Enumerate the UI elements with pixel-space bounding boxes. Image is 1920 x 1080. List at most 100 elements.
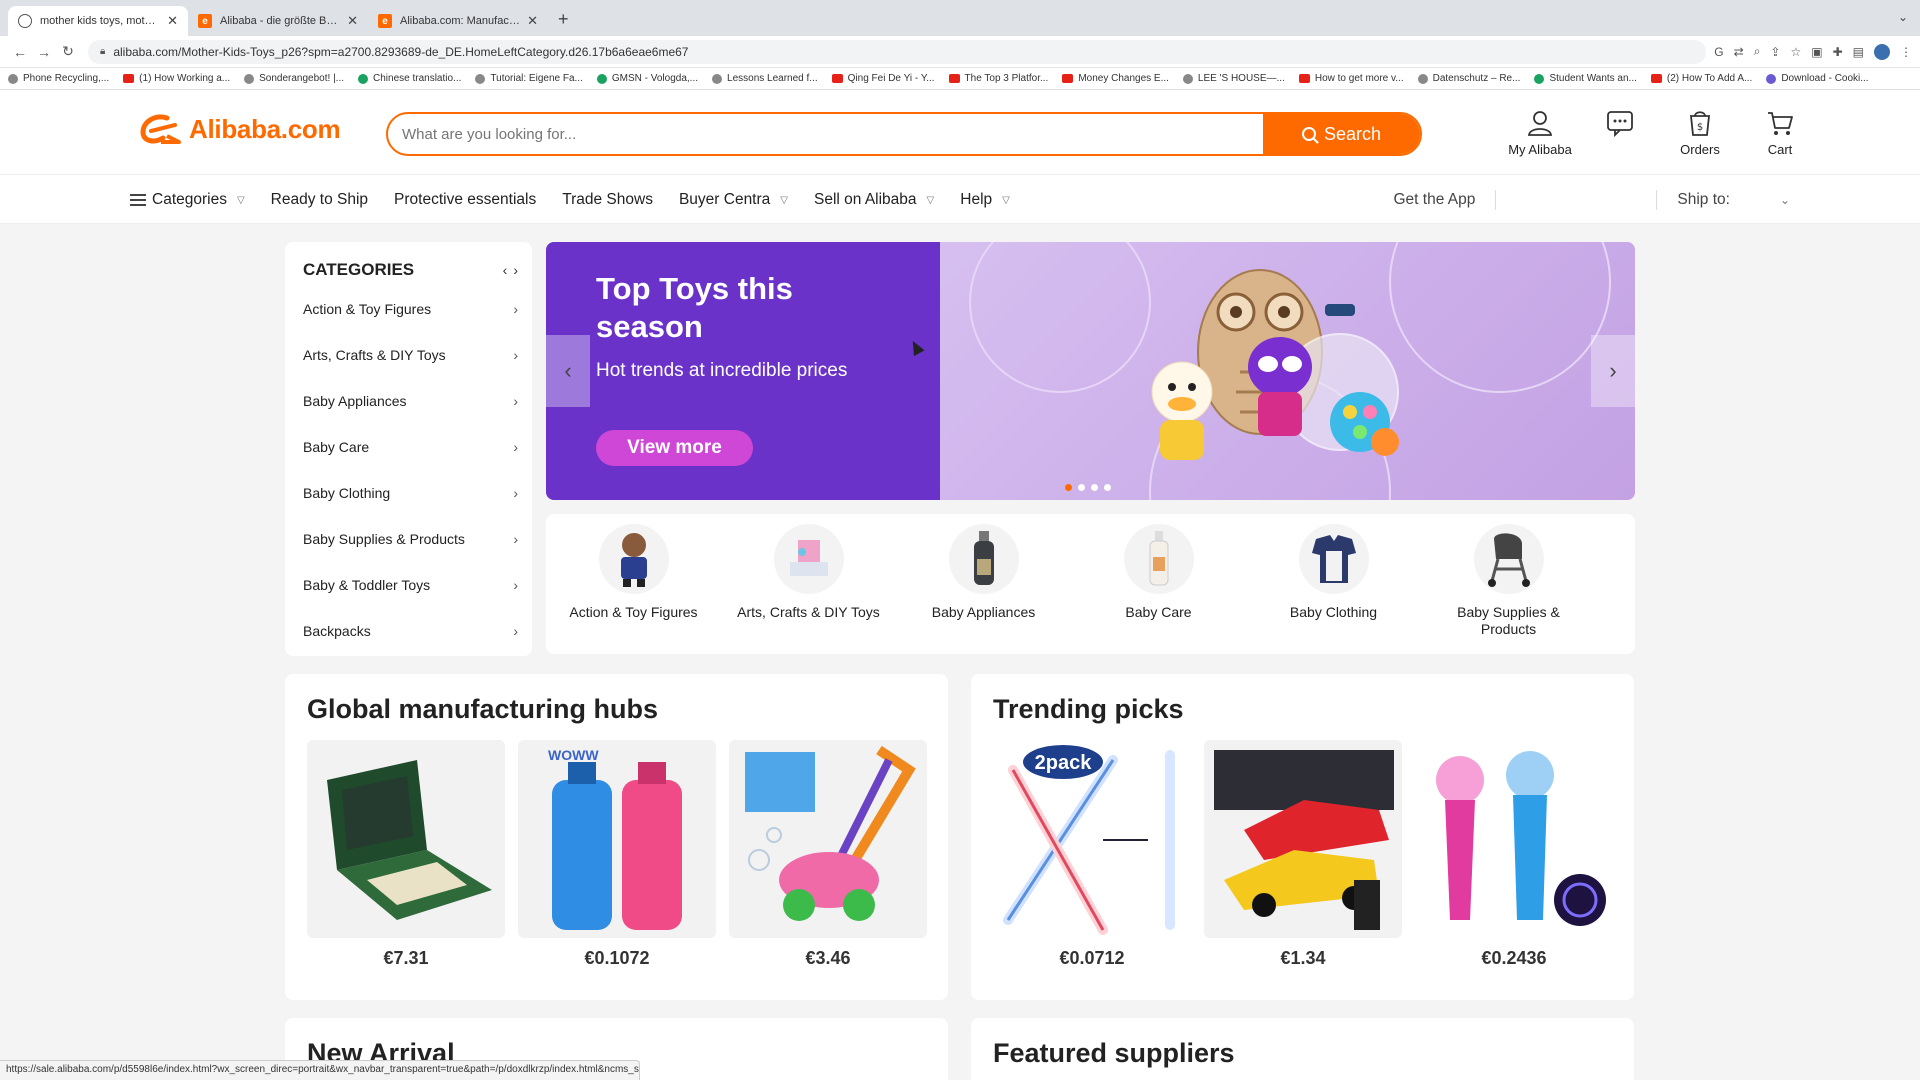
bookmark-item[interactable]: Sonderangebot! |... — [244, 73, 344, 84]
nav-trade-shows[interactable]: Trade Shows — [562, 191, 653, 209]
carousel-dot[interactable] — [1065, 484, 1072, 491]
bookmark-item[interactable]: Chinese translatio... — [358, 73, 461, 84]
site-header: Alibaba.com Search My Alibaba — [0, 90, 1920, 174]
category-item[interactable]: Baby Care › — [285, 424, 532, 470]
bookmark-item[interactable]: Money Changes E... — [1062, 73, 1169, 84]
carousel-dot[interactable] — [1091, 484, 1098, 491]
puzzle-icon[interactable]: ✚ — [1833, 45, 1843, 59]
browser-tab[interactable]: mother kids toys, mother kids ✕ — [8, 6, 188, 36]
categories-title: CATEGORIES — [303, 260, 415, 279]
bookmark-item[interactable]: Tutorial: Eigene Fa... — [475, 73, 583, 84]
my-alibaba-button[interactable]: My Alibaba — [1500, 108, 1580, 157]
new-tab-icon[interactable]: + — [548, 9, 579, 36]
promo-banner[interactable]: Top Toys this season Hot trends at incre… — [546, 242, 1635, 500]
category-card[interactable]: Action & Toy Figures — [546, 514, 721, 654]
browser-tab[interactable]: e Alibaba.com: Manufacturers, S ✕ — [368, 6, 548, 36]
bookmark-label: Datenschutz – Re... — [1432, 73, 1521, 84]
nav-protective-essentials[interactable]: Protective essentials — [394, 191, 536, 209]
category-image — [1298, 524, 1369, 594]
chevron-right-icon: › — [513, 393, 518, 409]
category-item[interactable]: Action & Toy Figures › — [285, 286, 532, 332]
bookmark-item[interactable]: LEE 'S HOUSE—... — [1182, 73, 1285, 84]
bookmark-item[interactable]: Download - Cooki... — [1766, 73, 1869, 84]
star-icon[interactable]: ☆ — [1790, 45, 1801, 59]
category-item[interactable]: Arts, Crafts & DIY Toys › — [285, 332, 532, 378]
tab-close-icon[interactable]: ✕ — [347, 13, 358, 29]
cart-button[interactable]: Cart — [1740, 108, 1820, 157]
product-card[interactable]: €1.34 — [1204, 740, 1402, 969]
messages-button[interactable] — [1580, 108, 1660, 157]
orders-button[interactable]: $ Orders — [1660, 108, 1740, 157]
tab-title: Alibaba - die größte B2B-Hand — [220, 15, 342, 27]
bookmark-item[interactable]: Qing Fei De Yi - Y... — [831, 73, 935, 84]
bookmark-item[interactable]: (1) How Working a... — [123, 73, 230, 84]
nav-sell-on-alibaba[interactable]: Sell on Alibaba ▽ — [814, 191, 934, 209]
product-card[interactable]: €0.2436 — [1415, 740, 1613, 969]
tab-search-icon[interactable]: ⌄ — [1898, 10, 1908, 24]
bookmark-item[interactable]: Phone Recycling,... — [8, 73, 109, 84]
category-item[interactable]: Backpacks › — [285, 608, 532, 654]
chevron-right-icon[interactable]: › — [513, 262, 518, 278]
bookmark-item[interactable]: Student Wants an... — [1534, 73, 1637, 84]
back-icon[interactable]: ← — [8, 44, 32, 60]
bookmark-item[interactable]: Lessons Learned f... — [712, 73, 818, 84]
section-title[interactable]: Trending picks — [993, 694, 1184, 725]
product-card[interactable]: €3.46 — [729, 740, 927, 969]
category-item[interactable]: Baby Supplies & Products › — [285, 516, 532, 562]
alibaba-logo[interactable]: Alibaba.com — [137, 112, 341, 146]
product-card[interactable]: WOWW €0.1072 — [518, 740, 716, 969]
reload-icon[interactable]: ↻ — [56, 43, 80, 60]
tab-close-icon[interactable]: ✕ — [527, 13, 538, 29]
extension-icon[interactable]: ▣ — [1811, 45, 1822, 59]
category-item[interactable]: Baby & Toddler Toys › — [285, 562, 532, 608]
sidebar-icon[interactable]: ▤ — [1853, 45, 1864, 59]
banner-next-button[interactable]: › — [1591, 335, 1635, 407]
tab-close-icon[interactable]: ✕ — [167, 13, 178, 29]
zoom-icon[interactable]: ⌕ — [1754, 44, 1761, 59]
get-the-app-link[interactable]: Get the App — [1394, 191, 1476, 209]
section-title[interactable]: Global manufacturing hubs — [307, 694, 658, 725]
categories-menu[interactable]: Categories ▽ — [130, 191, 245, 209]
product-card[interactable]: €7.31 — [307, 740, 505, 969]
browser-tab[interactable]: e Alibaba - die größte B2B-Hand ✕ — [188, 6, 368, 36]
profile-avatar[interactable] — [1874, 43, 1890, 60]
share-icon[interactable]: ⇪ — [1770, 45, 1780, 59]
category-card[interactable]: Baby Supplies & Products — [1421, 514, 1596, 654]
nav-buyer-central[interactable]: Buyer Centra ▽ — [679, 191, 788, 209]
menu-icon[interactable]: ⋮ — [1900, 45, 1912, 59]
forward-icon[interactable]: → — [32, 44, 56, 60]
nav-help[interactable]: Help ▽ — [960, 191, 1010, 209]
carousel-dot[interactable] — [1104, 484, 1111, 491]
category-image — [598, 524, 669, 594]
translate-icon[interactable]: ⇄ — [1734, 45, 1744, 59]
url-text: alibaba.com/Mother-Kids-Toys_p26?spm=a27… — [113, 44, 689, 59]
chevron-down-icon[interactable]: ⌄ — [1780, 193, 1790, 207]
product-card[interactable]: 2pack €0.0712 — [993, 740, 1191, 969]
category-item[interactable]: Baby Appliances › — [285, 378, 532, 424]
category-card[interactable]: Baby Clothing — [1246, 514, 1421, 654]
search-button[interactable]: Search — [1263, 114, 1420, 154]
carousel-dot[interactable] — [1078, 484, 1085, 491]
category-item[interactable]: Baby Clothing › — [285, 470, 532, 516]
search-input[interactable] — [388, 114, 1263, 154]
chevron-left-icon[interactable]: ‹ — [503, 262, 508, 278]
category-item-label: Backpacks — [303, 623, 371, 639]
category-card[interactable]: Arts, Crafts & DIY Toys — [721, 514, 896, 654]
bookmark-item[interactable]: Datenschutz – Re... — [1417, 73, 1521, 84]
my-alibaba-label: My Alibaba — [1508, 142, 1572, 157]
nav-ready-to-ship[interactable]: Ready to Ship — [271, 191, 368, 209]
category-card[interactable]: Baby Appliances — [896, 514, 1071, 654]
alibaba-icon: e — [378, 14, 392, 28]
bookmark-item[interactable]: (2) How To Add A... — [1650, 73, 1752, 84]
bookmark-item[interactable]: The Top 3 Platfor... — [948, 73, 1048, 84]
bookmark-label: Download - Cooki... — [1781, 73, 1869, 84]
url-field[interactable]: 🔒︎ alibaba.com/Mother-Kids-Toys_p26?spm=… — [88, 39, 1707, 64]
category-card[interactable]: Baby Care — [1071, 514, 1246, 654]
google-icon[interactable]: G — [1714, 45, 1723, 59]
bookmark-item[interactable]: How to get more v... — [1298, 73, 1404, 84]
bookmark-item[interactable]: GMSN - Vologda,... — [596, 73, 698, 84]
view-more-button[interactable]: View more — [596, 430, 753, 466]
ship-to-selector[interactable]: Ship to: — [1677, 191, 1730, 209]
banner-prev-button[interactable]: ‹ — [546, 335, 590, 407]
section-title[interactable]: Featured suppliers — [993, 1038, 1235, 1069]
